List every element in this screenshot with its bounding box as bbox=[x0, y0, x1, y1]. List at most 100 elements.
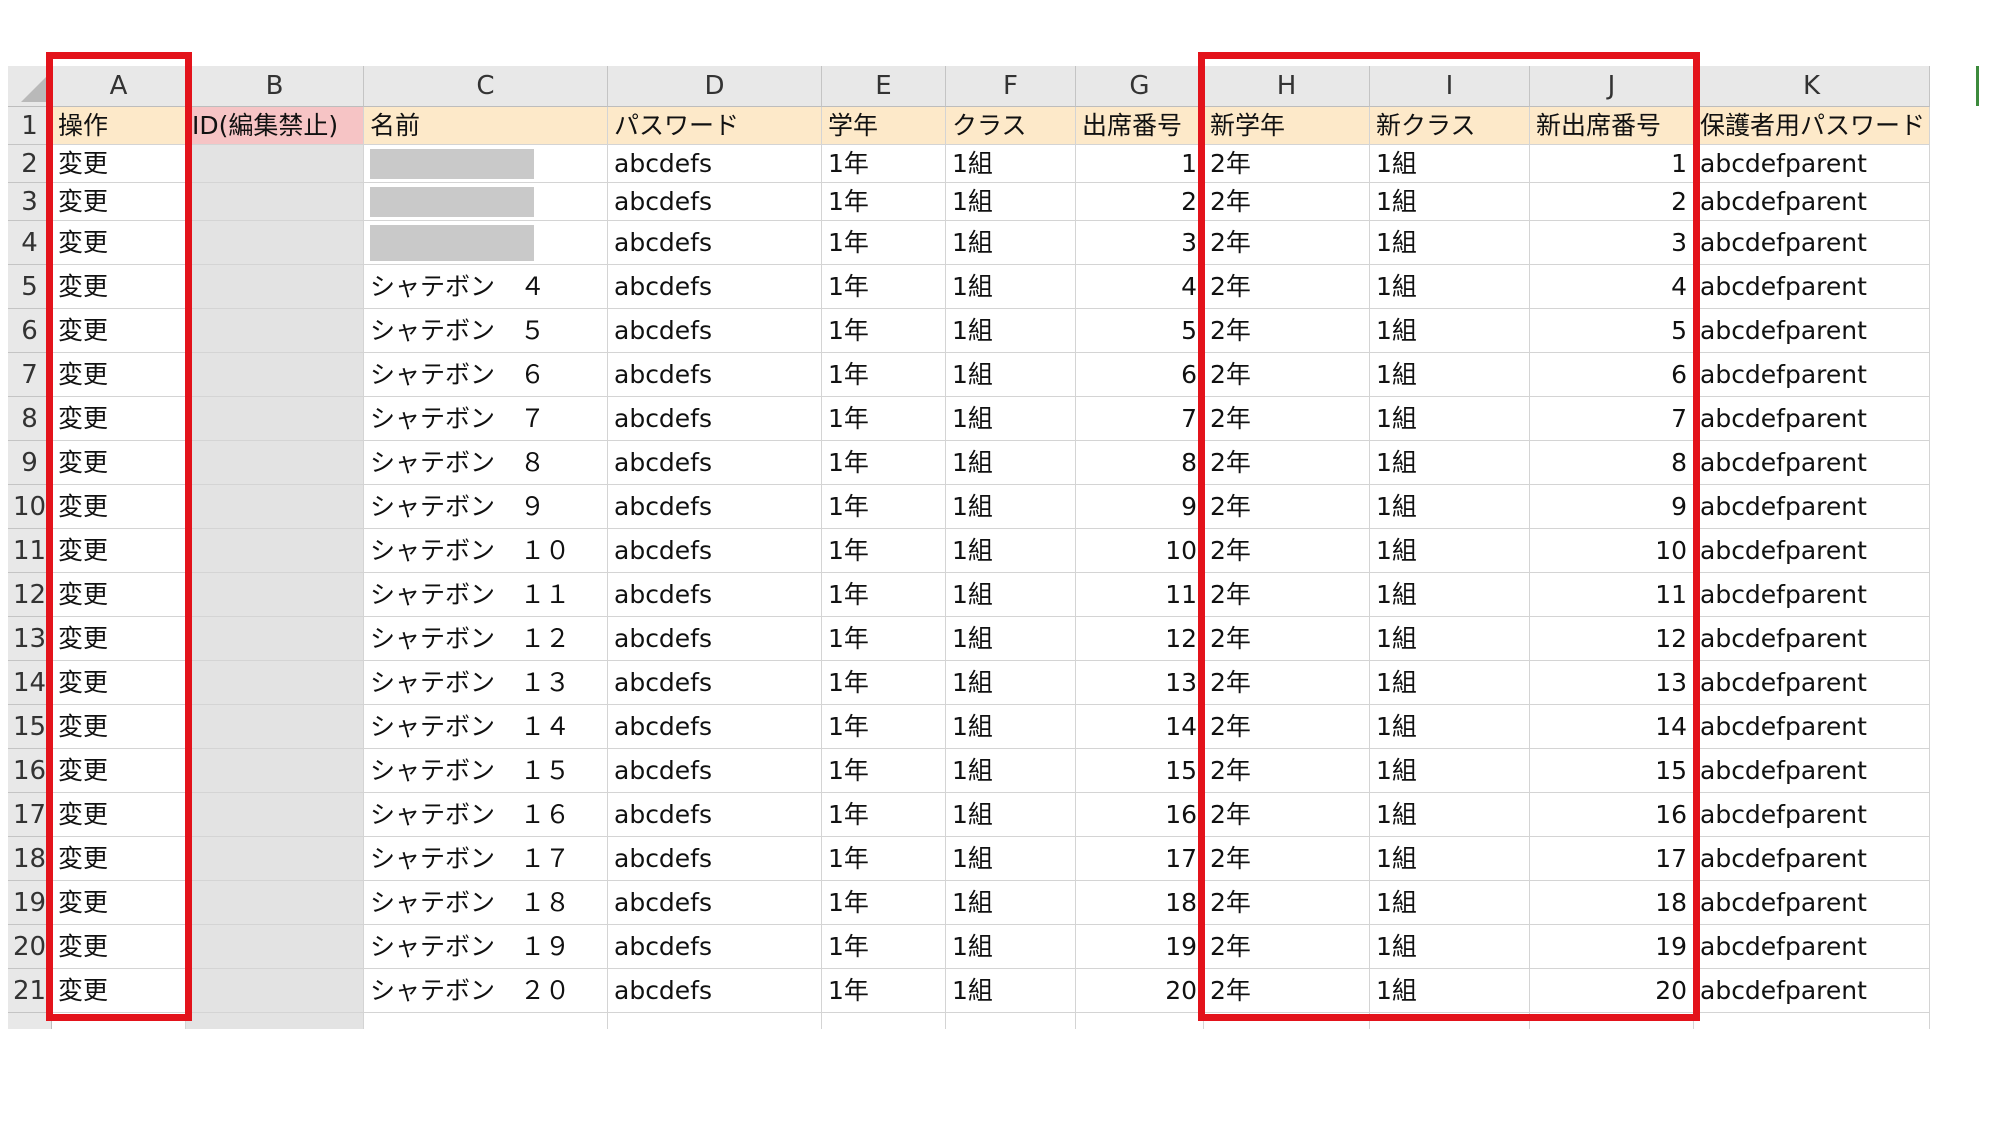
cell-j18[interactable]: 17 bbox=[1530, 837, 1694, 881]
cell-b10[interactable] bbox=[186, 485, 364, 529]
cell-f8[interactable]: 1組 bbox=[946, 397, 1076, 441]
cell-e6[interactable]: 1年 bbox=[822, 309, 946, 353]
cell-j20[interactable]: 19 bbox=[1530, 925, 1694, 969]
cell-i4[interactable]: 1組 bbox=[1370, 221, 1530, 265]
cell-j2[interactable]: 1 bbox=[1530, 145, 1694, 183]
cell-j14[interactable]: 13 bbox=[1530, 661, 1694, 705]
cell-b21[interactable] bbox=[186, 969, 364, 1013]
cell-partial-b[interactable] bbox=[186, 1013, 364, 1029]
cell-e18[interactable]: 1年 bbox=[822, 837, 946, 881]
cell-c12[interactable]: シャテボン １１ bbox=[364, 573, 608, 617]
cell-c7[interactable]: シャテボン ６ bbox=[364, 353, 608, 397]
cell-j19[interactable]: 18 bbox=[1530, 881, 1694, 925]
cell-i6[interactable]: 1組 bbox=[1370, 309, 1530, 353]
row-header-5[interactable]: 5 bbox=[8, 265, 52, 309]
cell-g20[interactable]: 19 bbox=[1076, 925, 1204, 969]
cell-k3[interactable]: abcdefparent bbox=[1694, 183, 1930, 221]
cell-a8[interactable]: 変更 bbox=[52, 397, 186, 441]
row-header-13[interactable]: 13 bbox=[8, 617, 52, 661]
cell-b3[interactable] bbox=[186, 183, 364, 221]
cell-h3[interactable]: 2年 bbox=[1204, 183, 1370, 221]
cell-c17[interactable]: シャテボン １６ bbox=[364, 793, 608, 837]
cell-a13[interactable]: 変更 bbox=[52, 617, 186, 661]
cell-f14[interactable]: 1組 bbox=[946, 661, 1076, 705]
cell-g18[interactable]: 17 bbox=[1076, 837, 1204, 881]
cell-d16[interactable]: abcdefs bbox=[608, 749, 822, 793]
row-header-20[interactable]: 20 bbox=[8, 925, 52, 969]
cell-c21[interactable]: シャテボン ２０ bbox=[364, 969, 608, 1013]
cell-h8[interactable]: 2年 bbox=[1204, 397, 1370, 441]
cell-k19[interactable]: abcdefparent bbox=[1694, 881, 1930, 925]
cell-f2[interactable]: 1組 bbox=[946, 145, 1076, 183]
cell-a20[interactable]: 変更 bbox=[52, 925, 186, 969]
cell-e8[interactable]: 1年 bbox=[822, 397, 946, 441]
cell-g16[interactable]: 15 bbox=[1076, 749, 1204, 793]
cell-g17[interactable]: 16 bbox=[1076, 793, 1204, 837]
column-header-a[interactable]: A bbox=[52, 66, 186, 107]
cell-j11[interactable]: 10 bbox=[1530, 529, 1694, 573]
cell-i18[interactable]: 1組 bbox=[1370, 837, 1530, 881]
cell-j10[interactable]: 9 bbox=[1530, 485, 1694, 529]
cell-i9[interactable]: 1組 bbox=[1370, 441, 1530, 485]
cell-d13[interactable]: abcdefs bbox=[608, 617, 822, 661]
cell-k8[interactable]: abcdefparent bbox=[1694, 397, 1930, 441]
cell-b17[interactable] bbox=[186, 793, 364, 837]
cell-g14[interactable]: 13 bbox=[1076, 661, 1204, 705]
cell-f9[interactable]: 1組 bbox=[946, 441, 1076, 485]
column-header-b[interactable]: B bbox=[186, 66, 364, 107]
cell-d18[interactable]: abcdefs bbox=[608, 837, 822, 881]
cell-b8[interactable] bbox=[186, 397, 364, 441]
cell-f12[interactable]: 1組 bbox=[946, 573, 1076, 617]
cell-k2[interactable]: abcdefparent bbox=[1694, 145, 1930, 183]
cell-e17[interactable]: 1年 bbox=[822, 793, 946, 837]
cell-h14[interactable]: 2年 bbox=[1204, 661, 1370, 705]
cell-d5[interactable]: abcdefs bbox=[608, 265, 822, 309]
cell-h12[interactable]: 2年 bbox=[1204, 573, 1370, 617]
cell-f17[interactable]: 1組 bbox=[946, 793, 1076, 837]
cell-a17[interactable]: 変更 bbox=[52, 793, 186, 837]
row-header-4[interactable]: 4 bbox=[8, 221, 52, 265]
row-header-2[interactable]: 2 bbox=[8, 145, 52, 183]
cell-a21[interactable]: 変更 bbox=[52, 969, 186, 1013]
row-header-10[interactable]: 10 bbox=[8, 485, 52, 529]
column-header-j[interactable]: J bbox=[1530, 66, 1694, 107]
cell-j16[interactable]: 15 bbox=[1530, 749, 1694, 793]
cell-h16[interactable]: 2年 bbox=[1204, 749, 1370, 793]
cell-h6[interactable]: 2年 bbox=[1204, 309, 1370, 353]
cell-partial-i[interactable] bbox=[1370, 1013, 1530, 1029]
cell-b19[interactable] bbox=[186, 881, 364, 925]
row-header-7[interactable]: 7 bbox=[8, 353, 52, 397]
cell-j15[interactable]: 14 bbox=[1530, 705, 1694, 749]
cell-e15[interactable]: 1年 bbox=[822, 705, 946, 749]
cell-k9[interactable]: abcdefparent bbox=[1694, 441, 1930, 485]
cell-f18[interactable]: 1組 bbox=[946, 837, 1076, 881]
cell-j13[interactable]: 12 bbox=[1530, 617, 1694, 661]
cell-e12[interactable]: 1年 bbox=[822, 573, 946, 617]
vertical-scrollbar-edge[interactable] bbox=[1976, 66, 1979, 106]
cell-k5[interactable]: abcdefparent bbox=[1694, 265, 1930, 309]
cell-h13[interactable]: 2年 bbox=[1204, 617, 1370, 661]
cell-d2[interactable]: abcdefs bbox=[608, 145, 822, 183]
column-header-g[interactable]: G bbox=[1076, 66, 1204, 107]
cell-a11[interactable]: 変更 bbox=[52, 529, 186, 573]
cell-d3[interactable]: abcdefs bbox=[608, 183, 822, 221]
column-header-h[interactable]: H bbox=[1204, 66, 1370, 107]
cell-b9[interactable] bbox=[186, 441, 364, 485]
cell-partial-c[interactable] bbox=[364, 1013, 608, 1029]
cell-j8[interactable]: 7 bbox=[1530, 397, 1694, 441]
cell-k10[interactable]: abcdefparent bbox=[1694, 485, 1930, 529]
cell-e19[interactable]: 1年 bbox=[822, 881, 946, 925]
cell-g6[interactable]: 5 bbox=[1076, 309, 1204, 353]
cell-k17[interactable]: abcdefparent bbox=[1694, 793, 1930, 837]
cell-k6[interactable]: abcdefparent bbox=[1694, 309, 1930, 353]
cell-i5[interactable]: 1組 bbox=[1370, 265, 1530, 309]
row-header-21[interactable]: 21 bbox=[8, 969, 52, 1013]
row-header-9[interactable]: 9 bbox=[8, 441, 52, 485]
cell-h5[interactable]: 2年 bbox=[1204, 265, 1370, 309]
cell-k21[interactable]: abcdefparent bbox=[1694, 969, 1930, 1013]
cell-partial-f[interactable] bbox=[946, 1013, 1076, 1029]
cell-k16[interactable]: abcdefparent bbox=[1694, 749, 1930, 793]
cell-h18[interactable]: 2年 bbox=[1204, 837, 1370, 881]
cell-d17[interactable]: abcdefs bbox=[608, 793, 822, 837]
cell-i19[interactable]: 1組 bbox=[1370, 881, 1530, 925]
